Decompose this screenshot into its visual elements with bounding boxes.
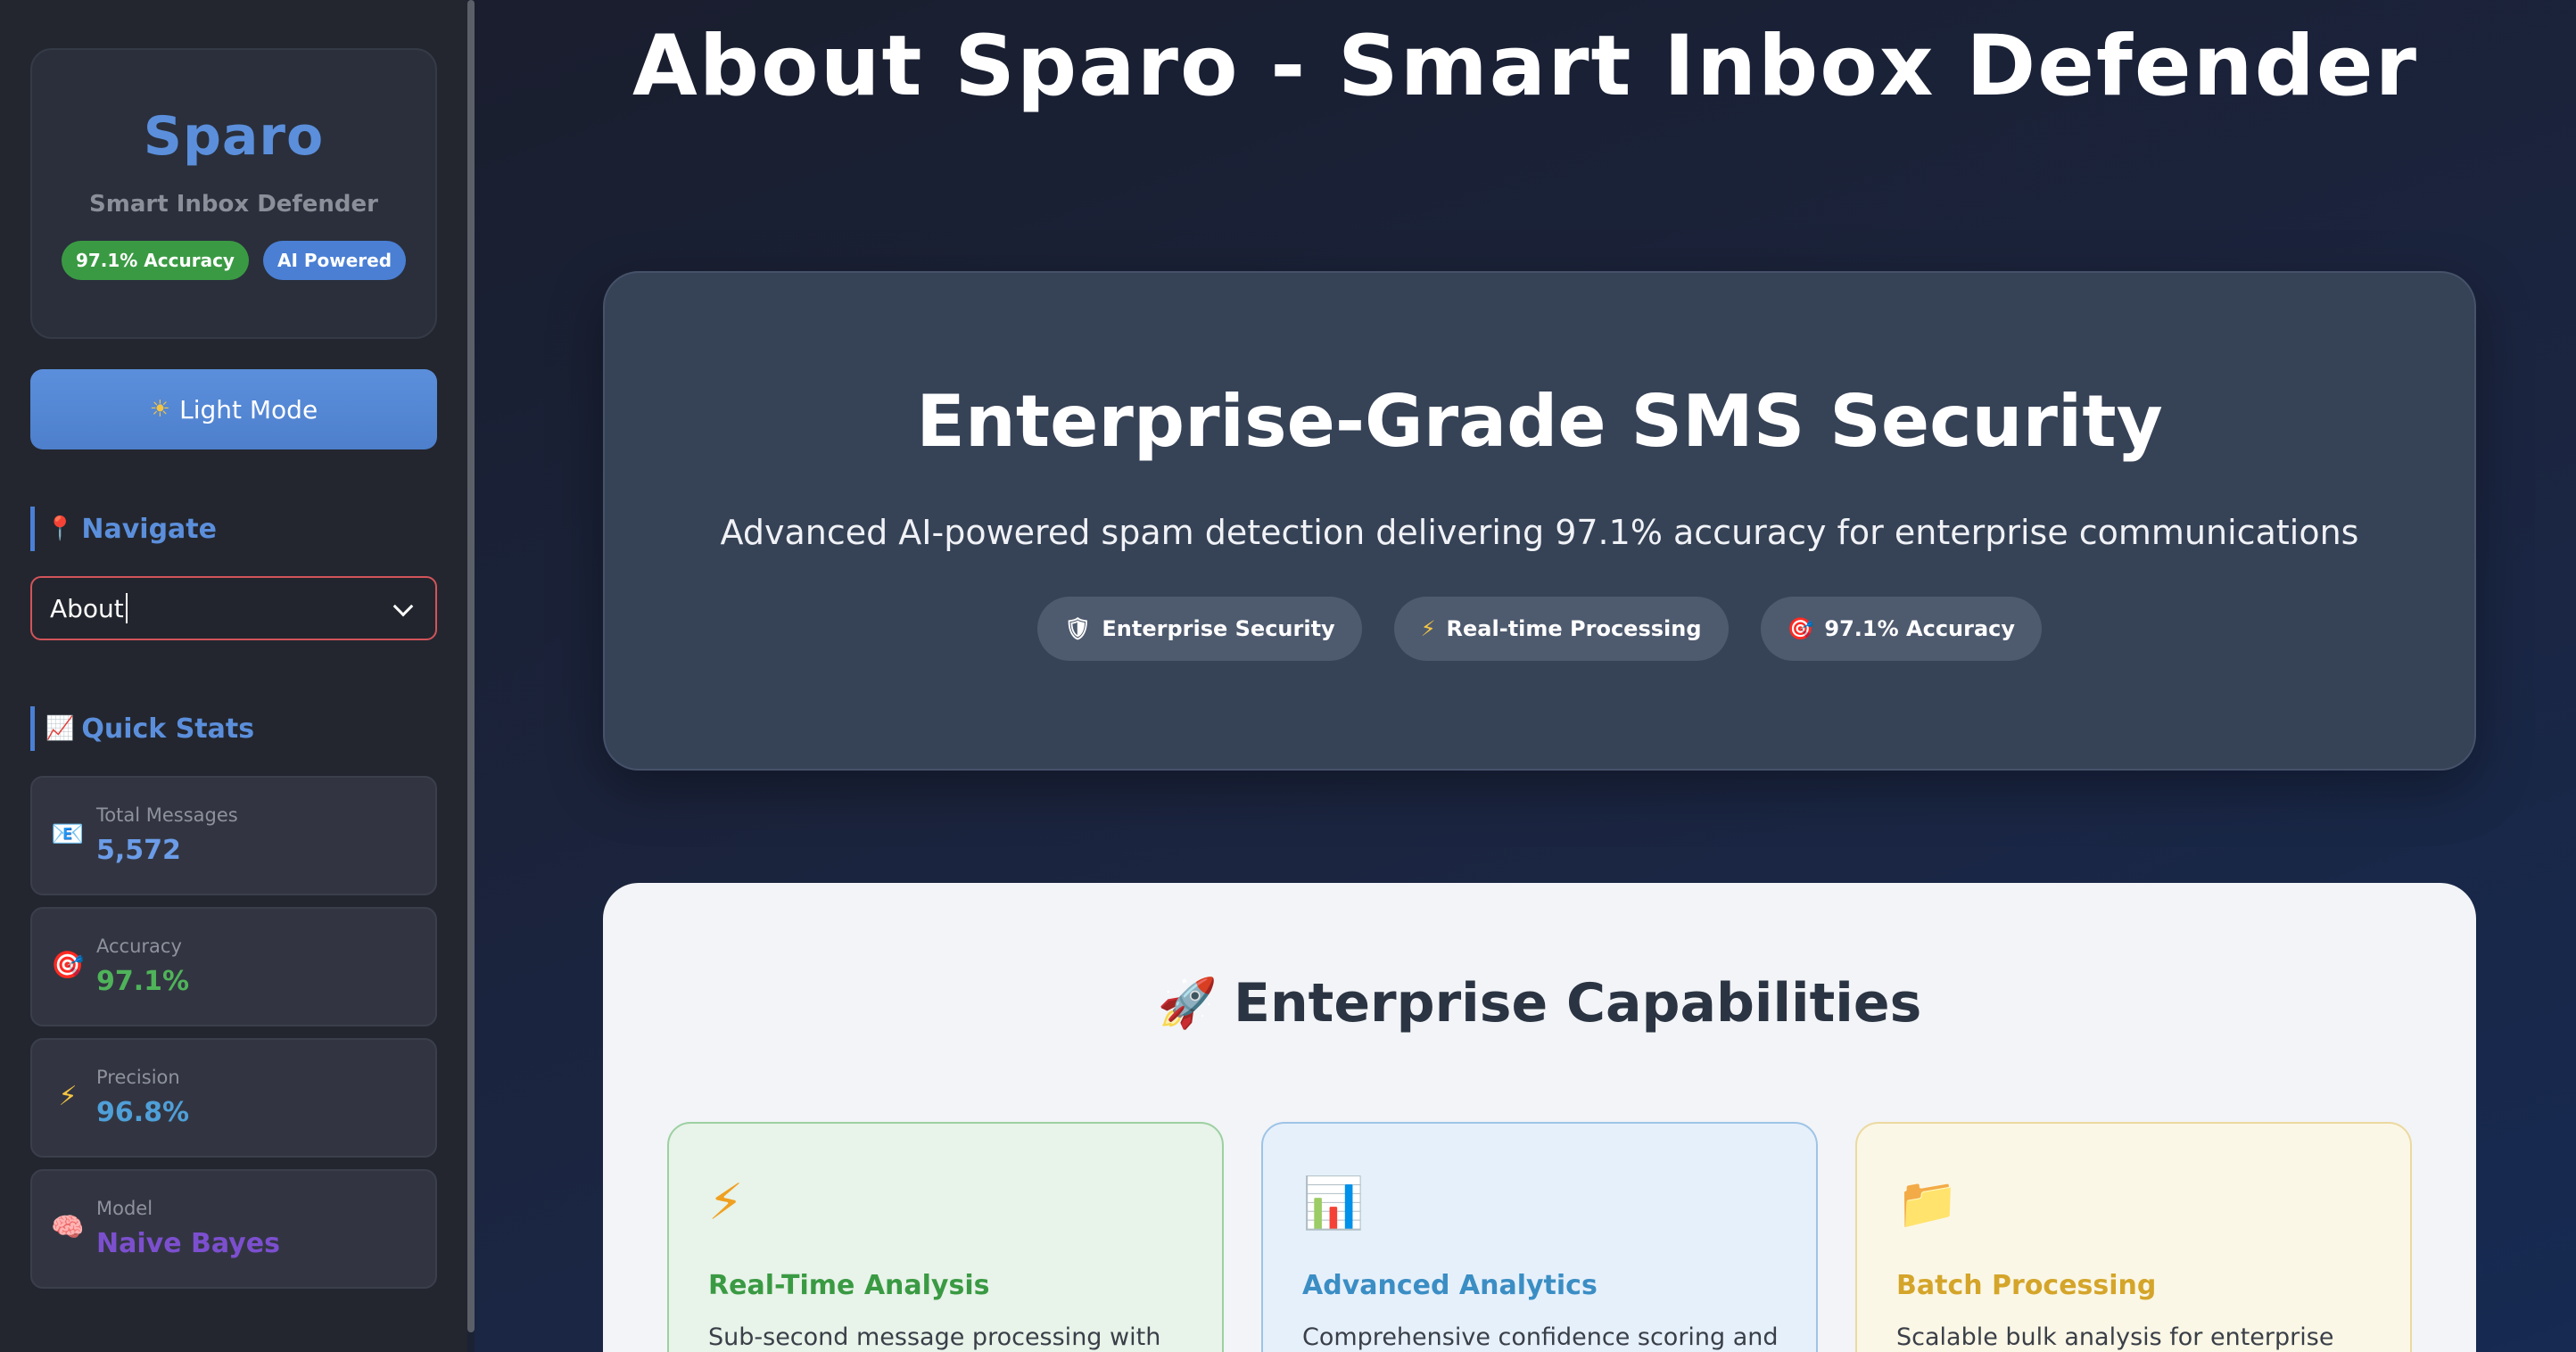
brand-card: Sparo Smart Inbox Defender 97.1% Accurac… [30, 48, 437, 339]
page-title: About Sparo - Smart Inbox Defender [632, 18, 2418, 115]
stat-value: 5,572 [96, 835, 181, 866]
capability-title: Advanced Analytics [1302, 1270, 1598, 1301]
bar-chart-icon: 📊 [1302, 1175, 1365, 1232]
capability-card-advanced-analytics: 📊 Advanced Analytics Comprehensive confi… [1261, 1122, 1818, 1352]
lightning-icon: ⚡ [708, 1174, 744, 1232]
pill-label: Enterprise Security [1102, 616, 1335, 641]
brand-title: Sparo [143, 105, 325, 168]
capability-title: Real-Time Analysis [708, 1270, 990, 1301]
target-icon: 🎯 [1787, 616, 1814, 641]
pin-icon: 📍 [45, 515, 75, 542]
ai-powered-badge: AI Powered [262, 241, 407, 280]
brand-subtitle: Smart Inbox Defender [89, 191, 378, 218]
stat-card-accuracy: 🎯 Accuracy 97.1% [30, 907, 437, 1026]
stat-label: Accuracy [96, 936, 182, 957]
stat-card-model: 🧠 Model Naive Bayes [30, 1169, 437, 1289]
stat-card-precision: ⚡ Precision 96.8% [30, 1038, 437, 1158]
stat-value: 96.8% [96, 1097, 190, 1128]
sidebar-scrollbar[interactable] [467, 0, 475, 1332]
brain-icon: 🧠 [51, 1212, 85, 1243]
sidebar: Sparo Smart Inbox Defender 97.1% Accurac… [0, 0, 467, 1352]
stat-value: 97.1% [96, 966, 190, 997]
navigate-select[interactable]: About [30, 576, 437, 640]
chevron-down-icon[interactable] [392, 596, 414, 617]
capabilities-heading: 🚀 Enterprise Capabilities [603, 972, 2476, 1035]
capability-card-real-time-analysis: ⚡ Real-Time Analysis Sub-second message … [667, 1122, 1224, 1352]
stat-label: Total Messages [96, 804, 238, 826]
quick-stats-label: Quick Stats [81, 713, 255, 745]
stat-label: Model [96, 1198, 153, 1219]
lightning-icon: ⚡ [1420, 616, 1436, 641]
navigate-heading: 📍 Navigate [30, 507, 217, 551]
hero-card: Enterprise-Grade SMS Security Advanced A… [603, 271, 2476, 771]
envelope-icon: 📧 [51, 819, 85, 850]
capability-title: Batch Processing [1896, 1270, 2157, 1301]
capabilities-section: 🚀 Enterprise Capabilities ⚡ Real-Time An… [603, 883, 2476, 1352]
text-cursor [125, 593, 128, 623]
stat-card-total-messages: 📧 Total Messages 5,572 [30, 776, 437, 895]
light-mode-label: Light Mode [179, 394, 318, 425]
pill-label: 97.1% Accuracy [1824, 616, 2016, 641]
capability-description: Scalable bulk analysis for enterprise [1896, 1323, 2334, 1351]
hero-subtitle: Advanced AI-powered spam detection deliv… [720, 513, 2359, 552]
target-icon: 🎯 [51, 950, 85, 981]
pill-label: Real-time Processing [1446, 616, 1702, 641]
stat-value: Naive Bayes [96, 1228, 280, 1259]
folder-icon: 📁 [1896, 1175, 1959, 1232]
navigate-label: Navigate [81, 513, 217, 545]
light-mode-button[interactable]: ☀ Light Mode [30, 369, 437, 449]
main-content: About Sparo - Smart Inbox Defender Enter… [475, 0, 2576, 1352]
stat-label: Precision [96, 1067, 180, 1088]
capability-description: Sub-second message processing with [708, 1323, 1161, 1351]
chart-increasing-icon: 📈 [45, 715, 75, 742]
shield-icon: 🛡 [1063, 616, 1092, 641]
capability-card-batch-processing: 📁 Batch Processing Scalable bulk analysi… [1855, 1122, 2412, 1352]
hero-title: Enterprise-Grade SMS Security [916, 380, 2163, 463]
capability-description: Comprehensive confidence scoring and [1302, 1323, 1779, 1351]
sun-icon: ☀ [149, 396, 171, 423]
accuracy-badge: 97.1% Accuracy [61, 241, 249, 280]
lightning-icon: ⚡ [58, 1081, 78, 1112]
navigate-selected-value: About [50, 593, 124, 623]
pill-accuracy: 🎯 97.1% Accuracy [1760, 597, 2043, 661]
capabilities-title: Enterprise Capabilities [1233, 972, 1922, 1035]
rocket-icon: 🚀 [1157, 975, 1218, 1031]
pill-enterprise-security: 🛡 Enterprise Security [1036, 597, 1362, 661]
quick-stats-heading: 📈 Quick Stats [30, 706, 254, 751]
pill-real-time-processing: ⚡ Real-time Processing [1393, 597, 1729, 661]
